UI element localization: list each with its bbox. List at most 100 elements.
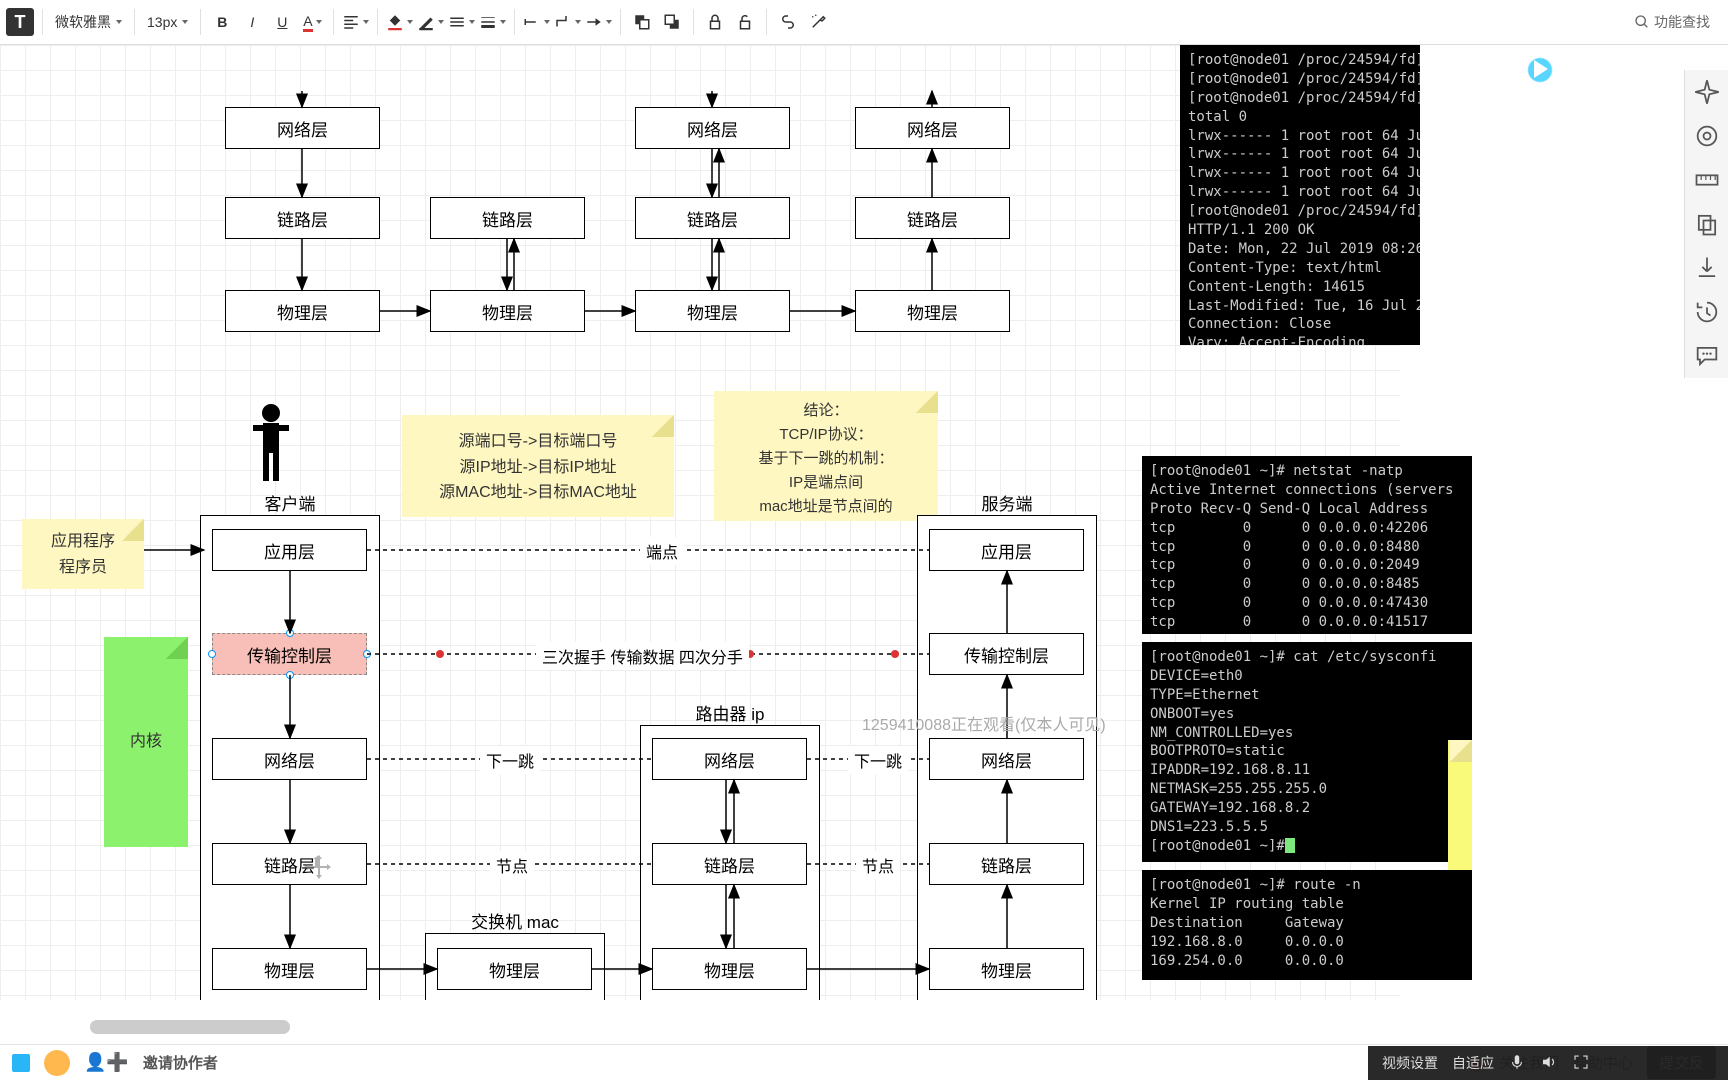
note-line: 结论： (720, 399, 932, 423)
top-col3-phys[interactable]: 物理层 (635, 290, 790, 332)
terminal-2[interactable]: [root@node01 ~]# netstat -natp Active In… (1142, 456, 1472, 634)
server-app-layer[interactable]: 应用层 (929, 529, 1084, 571)
conclusion-note[interactable]: 结论： TCP/IP协议： 基于下一跳的机制： IP是端点间 mac地址是节点间… (714, 391, 938, 521)
note-line: 源端口号->目标端口号 (412, 429, 664, 455)
server-network-layer[interactable]: 网络层 (929, 738, 1084, 780)
top-col1-phys[interactable]: 物理层 (225, 290, 380, 332)
top-col2-phys[interactable]: 物理层 (430, 290, 585, 332)
mic-icon[interactable] (1508, 1053, 1526, 1074)
kernel-note[interactable]: 内核 (104, 637, 188, 847)
underline-button[interactable]: U (269, 9, 295, 35)
ruler-icon[interactable] (1693, 166, 1721, 194)
label-node-1: 节点 (490, 851, 534, 879)
note-text: 内核 (130, 729, 162, 755)
client-network-layer[interactable]: 网络层 (212, 738, 367, 780)
line-width-button[interactable] (479, 9, 506, 35)
top-col2-link[interactable]: 链路层 (430, 197, 585, 239)
right-toolbar (1684, 70, 1728, 378)
note-line: 源IP地址->目标IP地址 (412, 455, 664, 481)
italic-button[interactable]: I (239, 9, 265, 35)
note-line: IP是端点间 (720, 471, 932, 495)
unlock-button[interactable] (732, 9, 758, 35)
auto-tools-button[interactable] (805, 9, 831, 35)
fill-color-button[interactable] (386, 9, 413, 35)
router-network-layer[interactable]: 网络层 (652, 738, 807, 780)
server-transport-layer[interactable]: 传输控制层 (929, 633, 1084, 675)
compass-icon[interactable] (1693, 78, 1721, 106)
note-line: 应用程序 (26, 529, 140, 555)
page-tab-indicator[interactable] (12, 1054, 30, 1072)
history-icon[interactable] (1693, 298, 1721, 326)
comment-icon[interactable] (1693, 342, 1721, 370)
send-back-button[interactable] (659, 9, 685, 35)
router-phys-layer[interactable]: 物理层 (652, 948, 807, 990)
lock-button[interactable] (702, 9, 728, 35)
label-next-hop-1: 下一跳 (480, 746, 540, 774)
line-color-button[interactable] (417, 9, 444, 35)
brand-overlay: 腾讯课堂 (1520, 50, 1680, 90)
top-col4-link[interactable]: 链路层 (855, 197, 1010, 239)
client-app-layer[interactable]: 应用层 (212, 529, 367, 571)
client-link-layer[interactable]: 链路层 (212, 843, 367, 885)
label-node-2: 节点 (856, 851, 900, 879)
top-col3-net[interactable]: 网络层 (635, 107, 790, 149)
video-control-bar: 视频设置 自适应 (1368, 1046, 1728, 1080)
top-col4-net[interactable]: 网络层 (855, 107, 1010, 149)
brand-text: 腾讯课堂 (1568, 50, 1680, 90)
switch-phys-layer[interactable]: 物理层 (437, 948, 592, 990)
connector-type-button[interactable] (554, 9, 581, 35)
link-button[interactable] (775, 9, 801, 35)
terminal-1[interactable]: [root@node01 /proc/24594/fd]# [root@node… (1180, 45, 1420, 345)
label-handshake: 三次握手 传输数据 四次分手 (536, 642, 749, 670)
client-phys-layer[interactable]: 物理层 (212, 948, 367, 990)
server-phys-layer[interactable]: 物理层 (929, 948, 1084, 990)
connector-end-button[interactable] (585, 9, 612, 35)
router-title: 路由器 ip (696, 700, 765, 725)
connector-start-button[interactable] (523, 9, 550, 35)
add-collaborator-icon[interactable]: 👤➕ (84, 1052, 129, 1073)
search-label: 功能查找 (1654, 12, 1710, 32)
top-col1-link[interactable]: 链路层 (225, 197, 380, 239)
video-settings-button[interactable]: 视频设置 (1382, 1053, 1438, 1073)
invite-collaborator[interactable]: 邀请协作者 (143, 1052, 218, 1073)
top-col1-net[interactable]: 网络层 (225, 107, 380, 149)
terminal-3[interactable]: [root@node01 ~]# cat /etc/sysconfi DEVIC… (1142, 642, 1472, 862)
router-link-layer[interactable]: 链路层 (652, 843, 807, 885)
person-icon (250, 403, 292, 483)
server-link-layer[interactable]: 链路层 (929, 843, 1084, 885)
client-transport-layer[interactable]: 传输控制层 (212, 633, 367, 675)
terminal-4[interactable]: [root@node01 ~]# route -n Kernel IP rout… (1142, 870, 1472, 980)
label-next-hop-2: 下一跳 (848, 746, 908, 774)
align-button[interactable] (342, 9, 369, 35)
server-title: 服务端 (982, 490, 1033, 515)
note-line: 源MAC地址->目标MAC地址 (412, 480, 664, 506)
watermark-text: 1259410088正在观看(仅本人可见) (862, 711, 1106, 735)
client-title: 客户端 (265, 490, 316, 515)
font-color-button[interactable]: A (299, 9, 325, 35)
font-size-dropdown[interactable]: 13px (143, 12, 192, 32)
user-avatar[interactable] (44, 1050, 70, 1076)
font-family-dropdown[interactable]: 微软雅黑 (51, 10, 126, 34)
feature-search[interactable]: 功能查找 (1634, 12, 1722, 32)
line-style-button[interactable] (448, 9, 475, 35)
switch-title: 交换机 mac (471, 908, 559, 933)
bring-front-button[interactable] (629, 9, 655, 35)
note-line: mac地址是节点间的 (720, 495, 932, 519)
orange-note-peek (1448, 740, 1472, 870)
horizontal-scrollbar[interactable] (90, 1020, 290, 1034)
volume-icon[interactable] (1540, 1053, 1558, 1074)
top-col4-phys[interactable]: 物理层 (855, 290, 1010, 332)
app-programmer-note[interactable]: 应用程序 程序员 (22, 519, 144, 589)
top-col3-link[interactable]: 链路层 (635, 197, 790, 239)
source-mapping-note[interactable]: 源端口号->目标端口号 源IP地址->目标IP地址 源MAC地址->目标MAC地… (402, 415, 674, 517)
video-fit-button[interactable]: 自适应 (1452, 1053, 1494, 1073)
note-line: 程序员 (26, 555, 140, 581)
download-icon[interactable] (1693, 254, 1721, 282)
target-icon[interactable] (1693, 122, 1721, 150)
bold-button[interactable]: B (209, 9, 235, 35)
search-icon (1634, 14, 1650, 30)
fullscreen-icon[interactable] (1572, 1053, 1590, 1074)
layer-label: 传输控制层 (247, 642, 332, 667)
app-logo[interactable]: T (6, 8, 34, 36)
copy-icon[interactable] (1693, 210, 1721, 238)
